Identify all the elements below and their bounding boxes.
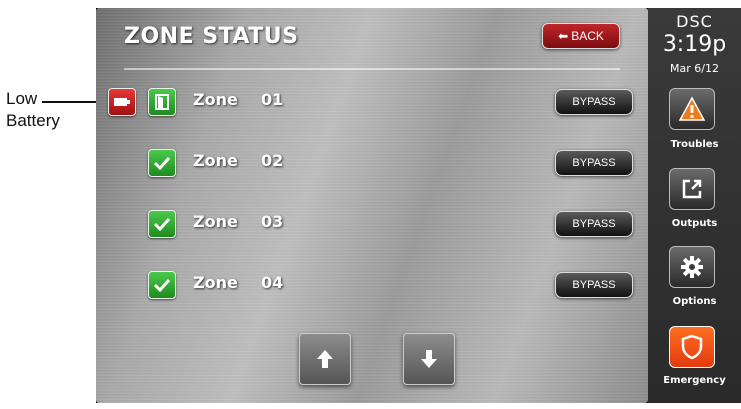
zone-label: Zone [193, 212, 238, 231]
emergency-button[interactable] [669, 326, 715, 368]
zone-row: Zone 04 BYPASS [96, 268, 648, 302]
callout-line-1: Low [6, 89, 38, 108]
back-arrow-icon: ⬅ [558, 29, 569, 43]
zone-status-screen: ZONE STATUS ⬅ BACK Zone 01 BYPASS Zone 0… [96, 8, 648, 403]
bypass-button[interactable]: BYPASS [555, 89, 633, 115]
emergency-label: Emergency [663, 375, 726, 386]
zone-label: Zone [193, 151, 238, 170]
low-battery-icon [108, 88, 136, 116]
checkmark-icon [148, 149, 176, 177]
zone-number: 01 [261, 90, 284, 109]
zone-row: Zone 01 BYPASS [96, 85, 648, 119]
brand-logo: DSC [676, 12, 713, 31]
outputs-label: Outputs [671, 218, 718, 229]
zone-number: 04 [261, 273, 284, 292]
troubles-label: Troubles [670, 139, 719, 150]
options-label: Options [672, 296, 717, 307]
page-title: ZONE STATUS [124, 24, 299, 49]
checkmark-icon [148, 210, 176, 238]
callout-line-2: Battery [6, 111, 60, 130]
back-label: BACK [571, 29, 604, 43]
clock-time: 3:19p [662, 32, 727, 57]
clock-date: Mar 6/12 [670, 62, 719, 75]
zone-label: Zone [193, 90, 238, 109]
external-link-icon [682, 179, 702, 199]
shield-icon [681, 334, 703, 360]
zone-row: Zone 02 BYPASS [96, 146, 648, 180]
arrow-down-icon [421, 350, 437, 368]
back-button[interactable]: ⬅ BACK [542, 23, 620, 49]
warning-icon [678, 96, 706, 121]
arrow-up-icon [317, 350, 333, 368]
bypass-button[interactable]: BYPASS [555, 211, 633, 237]
outputs-button[interactable] [669, 168, 715, 210]
page-up-button[interactable] [299, 333, 351, 385]
zone-number: 03 [261, 212, 284, 231]
zone-number: 02 [261, 151, 284, 170]
gear-icon [681, 256, 703, 278]
bypass-button[interactable]: BYPASS [555, 272, 633, 298]
troubles-button[interactable] [669, 88, 715, 130]
low-battery-callout: Low Battery [6, 88, 86, 132]
zone-label: Zone [193, 273, 238, 292]
checkmark-icon [148, 271, 176, 299]
sidebar: DSC 3:19p Mar 6/12 Troubles Outputs Opti… [648, 8, 741, 403]
keypad-device: ZONE STATUS ⬅ BACK Zone 01 BYPASS Zone 0… [96, 8, 741, 403]
zone-row: Zone 03 BYPASS [96, 207, 648, 241]
bypass-button[interactable]: BYPASS [555, 150, 633, 176]
header-divider [124, 68, 620, 70]
page-down-button[interactable] [403, 333, 455, 385]
door-open-icon [148, 88, 176, 116]
options-button[interactable] [669, 246, 715, 288]
